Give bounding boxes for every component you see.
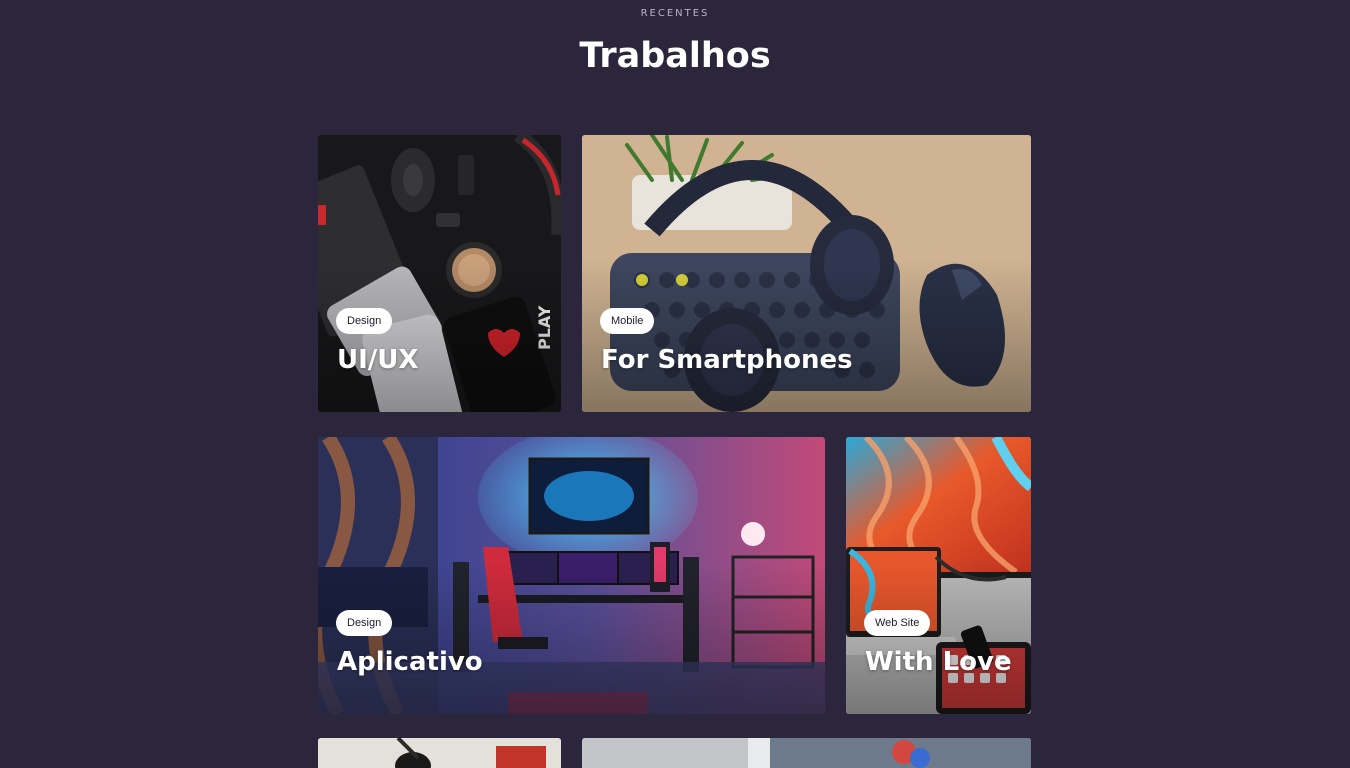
card-shade: [582, 259, 1031, 412]
category-badge[interactable]: Design: [336, 308, 393, 334]
project-title: Aplicativo: [337, 647, 483, 677]
category-badge[interactable]: Design: [336, 610, 393, 636]
card-shade: [318, 259, 561, 412]
category-badge[interactable]: Mobile: [600, 308, 655, 334]
card-shade: [846, 561, 1031, 714]
project-card-partial-2[interactable]: [582, 738, 1031, 768]
card-shade: [318, 561, 825, 714]
category-badge[interactable]: Web Site: [864, 610, 931, 636]
project-image: [582, 738, 1031, 768]
project-title: For Smartphones: [601, 345, 853, 375]
project-card-with-love[interactable]: Web Site With Love: [846, 437, 1031, 714]
portfolio-section: RECENTES Trabalhos PLAY Design UI/UX: [0, 0, 1350, 768]
project-card-for-smartphones[interactable]: Mobile For Smartphones: [582, 135, 1031, 412]
project-image: [318, 738, 561, 768]
section-title: Trabalhos: [579, 36, 771, 76]
project-title: With Love: [865, 647, 1012, 677]
project-card-aplicativo[interactable]: Design Aplicativo: [318, 437, 825, 714]
project-card-ui-ux[interactable]: PLAY Design UI/UX: [318, 135, 561, 412]
project-card-partial-1[interactable]: [318, 738, 561, 768]
section-eyebrow: RECENTES: [640, 8, 710, 19]
project-title: UI/UX: [337, 345, 419, 375]
